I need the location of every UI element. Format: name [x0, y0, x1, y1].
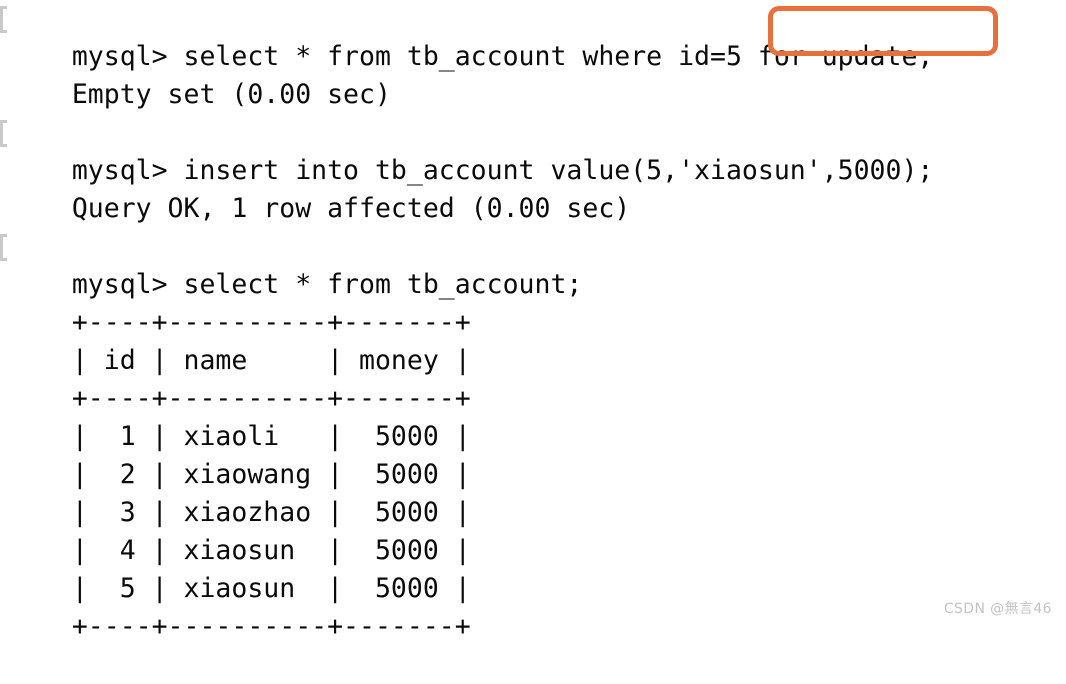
table-row: | 3 | xiaozhao | 5000 |: [0, 456, 1066, 528]
table-border-text: +----+----------+-------+: [71, 611, 471, 642]
command-line-select-for-update[interactable]: mysql> select * from tb_account where id…: [0, 0, 1066, 72]
output-line-empty-set: Empty set (0.00 sec): [0, 38, 1066, 110]
terminal-window[interactable]: mysql> select * from tb_account where id…: [0, 0, 1066, 642]
left-edge-artifact: [0, 6, 7, 33]
output-line-query-ok: Query OK, 1 row affected (0.00 sec): [0, 152, 1066, 224]
left-edge-artifact: [0, 234, 7, 261]
table-row: | 4 | xiaosun | 5000 |: [0, 494, 1066, 566]
table-border-top: +----+----------+-------+: [0, 266, 1066, 338]
left-edge-artifact: [0, 120, 7, 147]
table-row: | 1 | xiaoli | 5000 |: [0, 380, 1066, 452]
table-border-bottom: +----+----------+-------+: [0, 570, 1066, 642]
table-border-middle: +----+----------+-------+: [0, 342, 1066, 414]
table-row: | 2 | xiaowang | 5000 |: [0, 418, 1066, 490]
table-header-row: | id | name | money |: [0, 304, 1066, 376]
watermark: CSDN @無言46: [943, 601, 1052, 617]
table-row: | 5 | xiaosun | 5000 |: [0, 532, 1066, 604]
command-line-select-all[interactable]: mysql> select * from tb_account;: [0, 228, 1066, 300]
command-line-insert[interactable]: mysql> insert into tb_account value(5,'x…: [0, 114, 1066, 186]
